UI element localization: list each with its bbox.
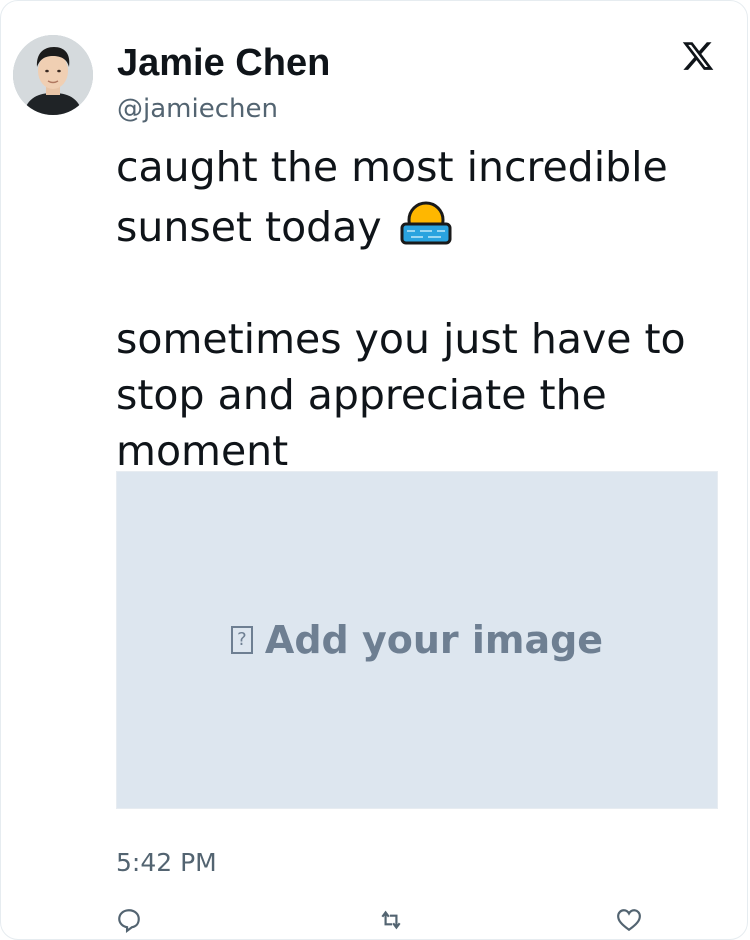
like-button[interactable] [616, 907, 652, 932]
tweet-card: Jamie Chen @jamiechen caught the most in… [0, 0, 748, 940]
sunrise-over-water-icon [397, 195, 455, 249]
tweet-line: sunset today [116, 195, 716, 255]
avatar-photo [13, 35, 93, 115]
user-handle[interactable]: @jamiechen [117, 93, 278, 125]
tweet-line: stop and appreciate the [116, 371, 607, 419]
repost-button[interactable] [378, 907, 414, 930]
repost-icon [381, 910, 401, 930]
tweet-text: caught the most incredible sunset today … [116, 139, 716, 479]
heart-icon [617, 909, 641, 932]
tweet-line-text: sunset today [116, 203, 382, 251]
reply-icon [118, 909, 140, 933]
tweet-line: sometimes you just have to [116, 315, 686, 363]
tweet-timestamp[interactable]: 5:42 PM [116, 847, 217, 879]
tweet-line: caught the most incredible [116, 143, 668, 191]
engagement-bar [116, 907, 716, 933]
image-placeholder[interactable]: ? Add your image [116, 471, 718, 809]
avatar[interactable] [13, 35, 93, 115]
x-logo-icon[interactable] [681, 39, 715, 73]
missing-glyph-icon: ? [230, 626, 253, 654]
display-name[interactable]: Jamie Chen [117, 41, 330, 85]
image-placeholder-text: Add your image [264, 618, 604, 662]
reply-button[interactable] [116, 907, 152, 933]
image-placeholder-label: ? Add your image [230, 618, 604, 662]
